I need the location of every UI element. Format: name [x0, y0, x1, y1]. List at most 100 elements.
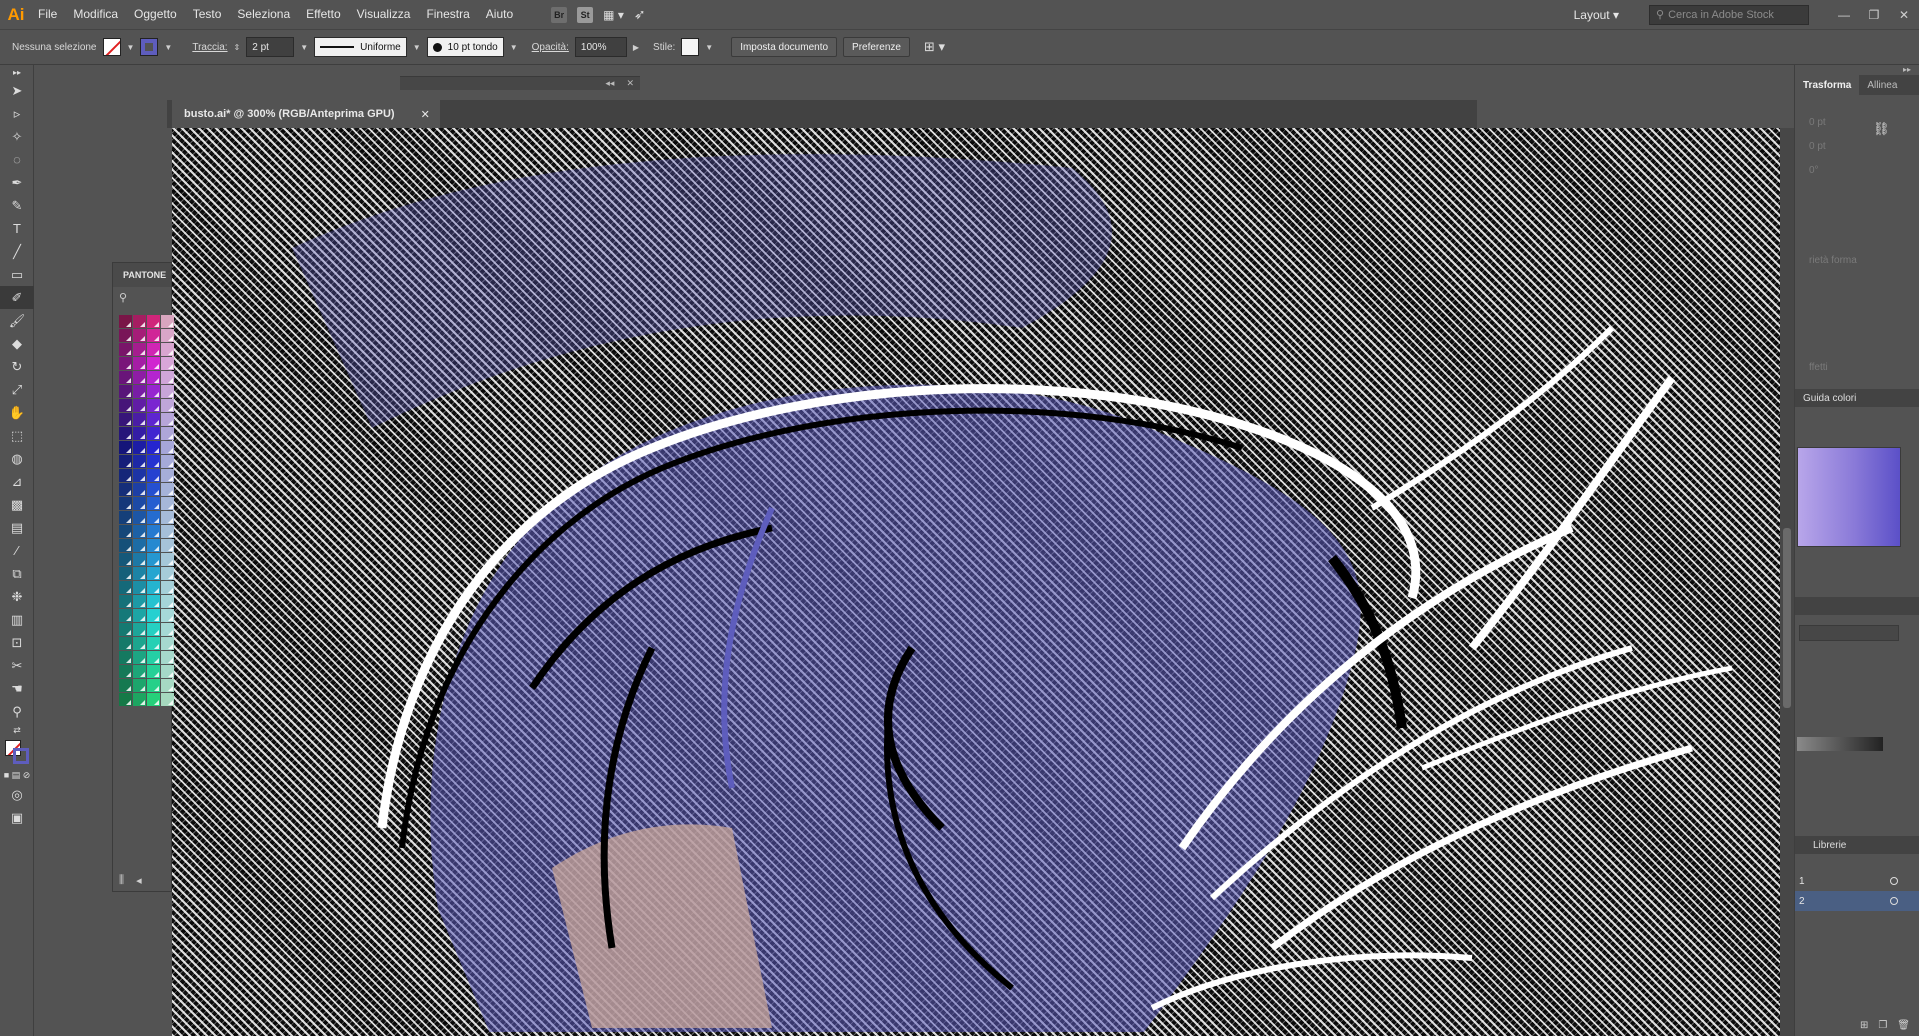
- swatch[interactable]: [133, 665, 146, 678]
- arrange-icon[interactable]: ⊞ ▾: [924, 39, 945, 55]
- gpu-performance-icon[interactable]: ➶: [634, 6, 646, 23]
- stepper-icon[interactable]: ⇕: [234, 43, 241, 52]
- swatch[interactable]: [133, 371, 146, 384]
- swatch[interactable]: [147, 357, 160, 370]
- chevron-down-icon[interactable]: ▼: [127, 43, 135, 52]
- swatch[interactable]: [161, 679, 174, 692]
- swatch[interactable]: [119, 511, 132, 524]
- swatch[interactable]: [161, 595, 174, 608]
- close-window-button[interactable]: ✕: [1889, 8, 1919, 22]
- gradient-slider[interactable]: [1797, 737, 1883, 751]
- lasso-tool-icon[interactable]: ◌: [0, 148, 34, 171]
- swatch[interactable]: [161, 497, 174, 510]
- opacity-label[interactable]: Opacità:: [532, 42, 569, 53]
- swatch[interactable]: [147, 455, 160, 468]
- swatch[interactable]: [161, 399, 174, 412]
- chevron-down-icon[interactable]: ▼: [510, 43, 518, 52]
- collapse-icon[interactable]: ▸▸: [0, 65, 34, 79]
- swatch[interactable]: [119, 595, 132, 608]
- swatch[interactable]: [119, 665, 132, 678]
- menu-file[interactable]: File: [30, 0, 65, 29]
- swatch[interactable]: [147, 469, 160, 482]
- swatch[interactable]: [119, 483, 132, 496]
- swatch-library-menu-icon[interactable]: ⫼ ◂: [119, 874, 142, 887]
- swatch[interactable]: [133, 329, 146, 342]
- swatch[interactable]: [119, 427, 132, 440]
- swatch[interactable]: [161, 665, 174, 678]
- swatch[interactable]: [133, 343, 146, 356]
- swatch[interactable]: [147, 553, 160, 566]
- swatch[interactable]: [161, 385, 174, 398]
- swatch[interactable]: [133, 441, 146, 454]
- swatch[interactable]: [161, 329, 174, 342]
- draw-mode-icon[interactable]: ◎: [0, 783, 34, 806]
- shaper-tool-icon[interactable]: ✐: [0, 286, 34, 309]
- swatch[interactable]: [147, 497, 160, 510]
- brush-definition[interactable]: 10 pt tondo: [426, 37, 504, 57]
- menu-aiuto[interactable]: Aiuto: [478, 0, 521, 29]
- menu-testo[interactable]: Testo: [185, 0, 230, 29]
- swatch[interactable]: [161, 469, 174, 482]
- swatch[interactable]: [147, 385, 160, 398]
- swatch[interactable]: [161, 525, 174, 538]
- preferences-button[interactable]: Preferenze: [843, 37, 910, 57]
- swatch[interactable]: [119, 693, 132, 706]
- swatch[interactable]: [133, 469, 146, 482]
- rotate-tool-icon[interactable]: ↻: [0, 355, 34, 378]
- selection-tool-icon[interactable]: ➤: [0, 79, 34, 102]
- swatch[interactable]: [147, 525, 160, 538]
- swatch[interactable]: [147, 441, 160, 454]
- curvature-tool-icon[interactable]: ✎: [0, 194, 34, 217]
- close-tab-icon[interactable]: ✕: [421, 108, 430, 121]
- swatch[interactable]: [147, 595, 160, 608]
- graph-tool-icon[interactable]: ▥: [0, 608, 34, 631]
- artboard-tool-icon[interactable]: ⊡: [0, 631, 34, 654]
- menu-oggetto[interactable]: Oggetto: [126, 0, 185, 29]
- swatch[interactable]: [119, 553, 132, 566]
- swatch[interactable]: [119, 441, 132, 454]
- swatch[interactable]: [161, 693, 174, 706]
- tab-allinea[interactable]: Allinea: [1859, 75, 1905, 95]
- free-transform-tool-icon[interactable]: ⬚: [0, 424, 34, 447]
- restore-button[interactable]: ❐: [1859, 8, 1889, 22]
- menu-finestra[interactable]: Finestra: [418, 0, 477, 29]
- search-icon[interactable]: ⚲: [119, 291, 165, 311]
- swatch[interactable]: [119, 525, 132, 538]
- color-mode-icons[interactable]: ■ ▤ ⊘: [0, 767, 34, 783]
- layer-row[interactable]: 2: [1795, 891, 1919, 911]
- swatch[interactable]: [133, 497, 146, 510]
- swatch[interactable]: [133, 315, 146, 328]
- eyedropper-tool-icon[interactable]: ⁄: [0, 539, 34, 562]
- swatch[interactable]: [133, 595, 146, 608]
- swatch[interactable]: [119, 497, 132, 510]
- gradient-type-select[interactable]: [1799, 625, 1899, 641]
- paintbrush-tool-icon[interactable]: 🖌: [0, 309, 34, 332]
- swatch[interactable]: [133, 385, 146, 398]
- swatch[interactable]: [161, 511, 174, 524]
- swatch[interactable]: [147, 693, 160, 706]
- stroke-weight-field[interactable]: 2 pt: [246, 37, 295, 57]
- symbol-sprayer-tool-icon[interactable]: ❉: [0, 585, 34, 608]
- swatch[interactable]: [133, 357, 146, 370]
- screen-mode-icon[interactable]: ▣: [0, 806, 34, 829]
- workspace-switcher[interactable]: Layout ▾: [1574, 8, 1619, 22]
- opacity-field[interactable]: 100%: [574, 37, 627, 57]
- swatch[interactable]: [147, 343, 160, 356]
- rectangle-tool-icon[interactable]: ▭: [0, 263, 34, 286]
- magic-wand-tool-icon[interactable]: ✧: [0, 125, 34, 148]
- swatch[interactable]: [119, 469, 132, 482]
- swatch[interactable]: [161, 609, 174, 622]
- swatch[interactable]: [147, 315, 160, 328]
- swatch[interactable]: [161, 427, 174, 440]
- expand-panel-icon[interactable]: ◂◂: [605, 78, 614, 89]
- type-tool-icon[interactable]: T: [0, 217, 34, 240]
- vertical-scrollbar[interactable]: [1780, 128, 1794, 1036]
- swatch[interactable]: [119, 343, 132, 356]
- swatch[interactable]: [119, 609, 132, 622]
- swatch[interactable]: [119, 315, 132, 328]
- swatch[interactable]: [133, 651, 146, 664]
- swatch[interactable]: [133, 525, 146, 538]
- close-panel-icon[interactable]: ✕: [626, 78, 634, 89]
- swatch[interactable]: [133, 539, 146, 552]
- swatch[interactable]: [147, 371, 160, 384]
